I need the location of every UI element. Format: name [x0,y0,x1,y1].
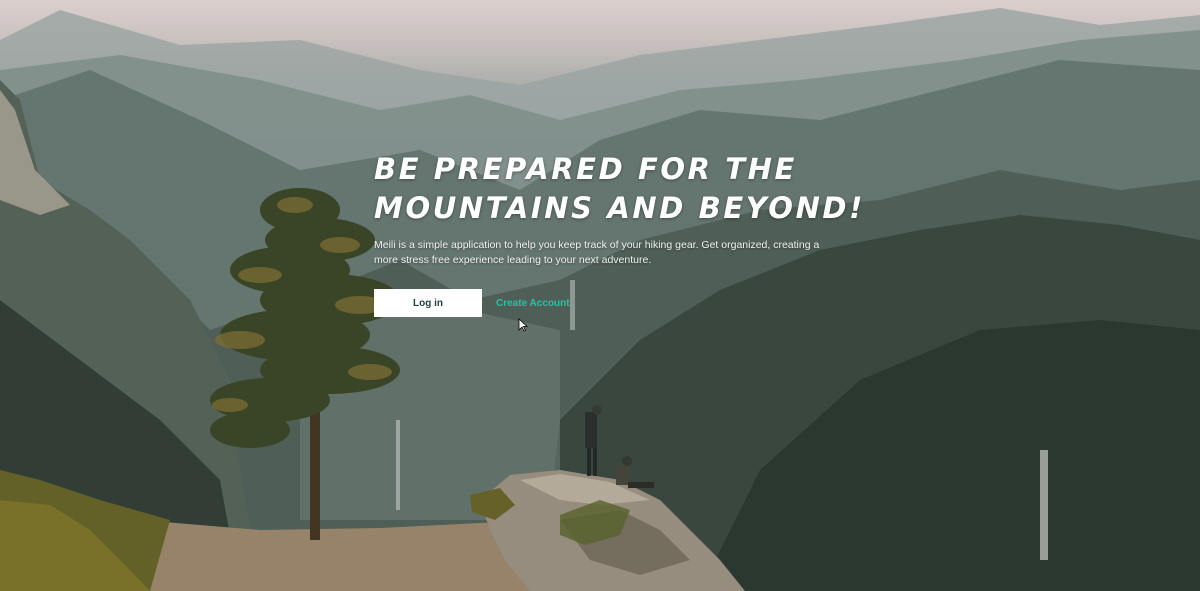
headline-line-2: MOUNTAINS AND BEYOND! [374,191,865,225]
mountain-landscape-background [0,0,1200,591]
create-account-link[interactable]: Create Account [496,298,570,309]
login-button[interactable]: Log in [374,289,482,317]
hero-actions: Log in Create Account [374,289,570,317]
hero-section: BE PREPARED FOR THE MOUNTAINS AND BEYOND… [0,0,1200,591]
hero-tagline: Meili is a simple application to help yo… [374,239,820,266]
hero-content: BE PREPARED FOR THE MOUNTAINS AND BEYOND… [374,150,865,268]
hero-headline: BE PREPARED FOR THE MOUNTAINS AND BEYOND… [374,150,865,228]
headline-line-1: BE PREPARED FOR THE [374,152,797,186]
mouse-cursor-icon [518,318,528,332]
